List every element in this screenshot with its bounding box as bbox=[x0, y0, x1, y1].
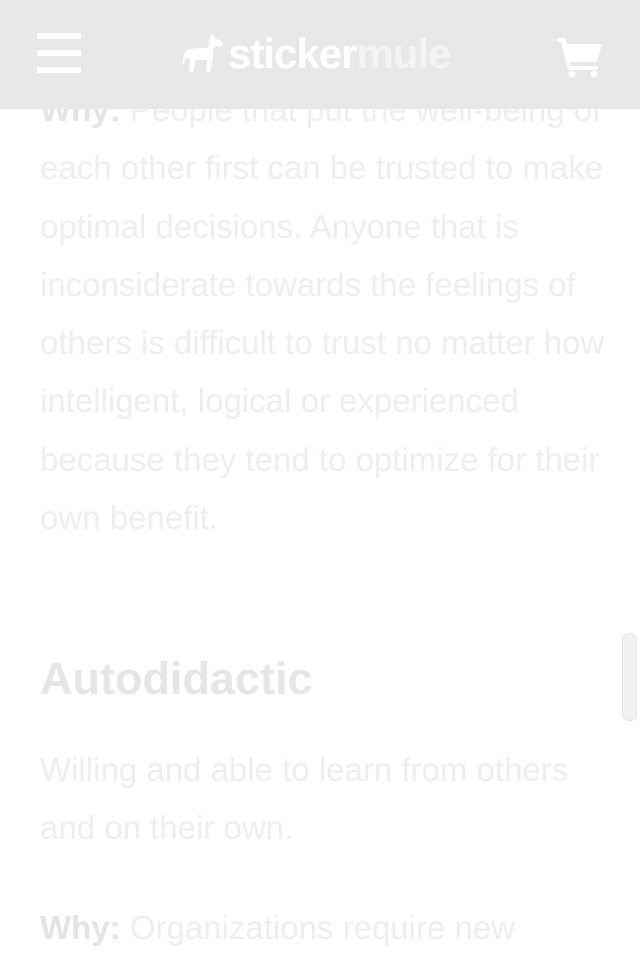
description-paragraph: Willing and able to learn from others an… bbox=[40, 751, 569, 847]
logo-text-mule: mule bbox=[356, 30, 451, 77]
stickermule-logo[interactable]: stickermule bbox=[180, 30, 451, 78]
section-heading: Autodidactic bbox=[40, 653, 313, 704]
scrollbar-thumb[interactable] bbox=[622, 633, 637, 721]
mule-icon bbox=[182, 34, 223, 72]
why-paragraph-2: Why: Organizations require new bbox=[40, 899, 605, 957]
article-content: Why: People that put the well-being of e… bbox=[0, 0, 640, 959]
hamburger-menu-icon[interactable] bbox=[37, 33, 81, 73]
why-label: Why: bbox=[40, 909, 121, 946]
why-paragraph-1: Why: People that put the well-being of e… bbox=[40, 81, 605, 547]
paragraph-text: People that put the well-being of each o… bbox=[40, 91, 605, 537]
shopping-cart-icon[interactable] bbox=[556, 34, 604, 78]
top-header: stickermule bbox=[0, 0, 640, 109]
logo-text-sticker: sticker bbox=[228, 30, 357, 77]
paragraph-text: Organizations require new bbox=[120, 909, 516, 946]
